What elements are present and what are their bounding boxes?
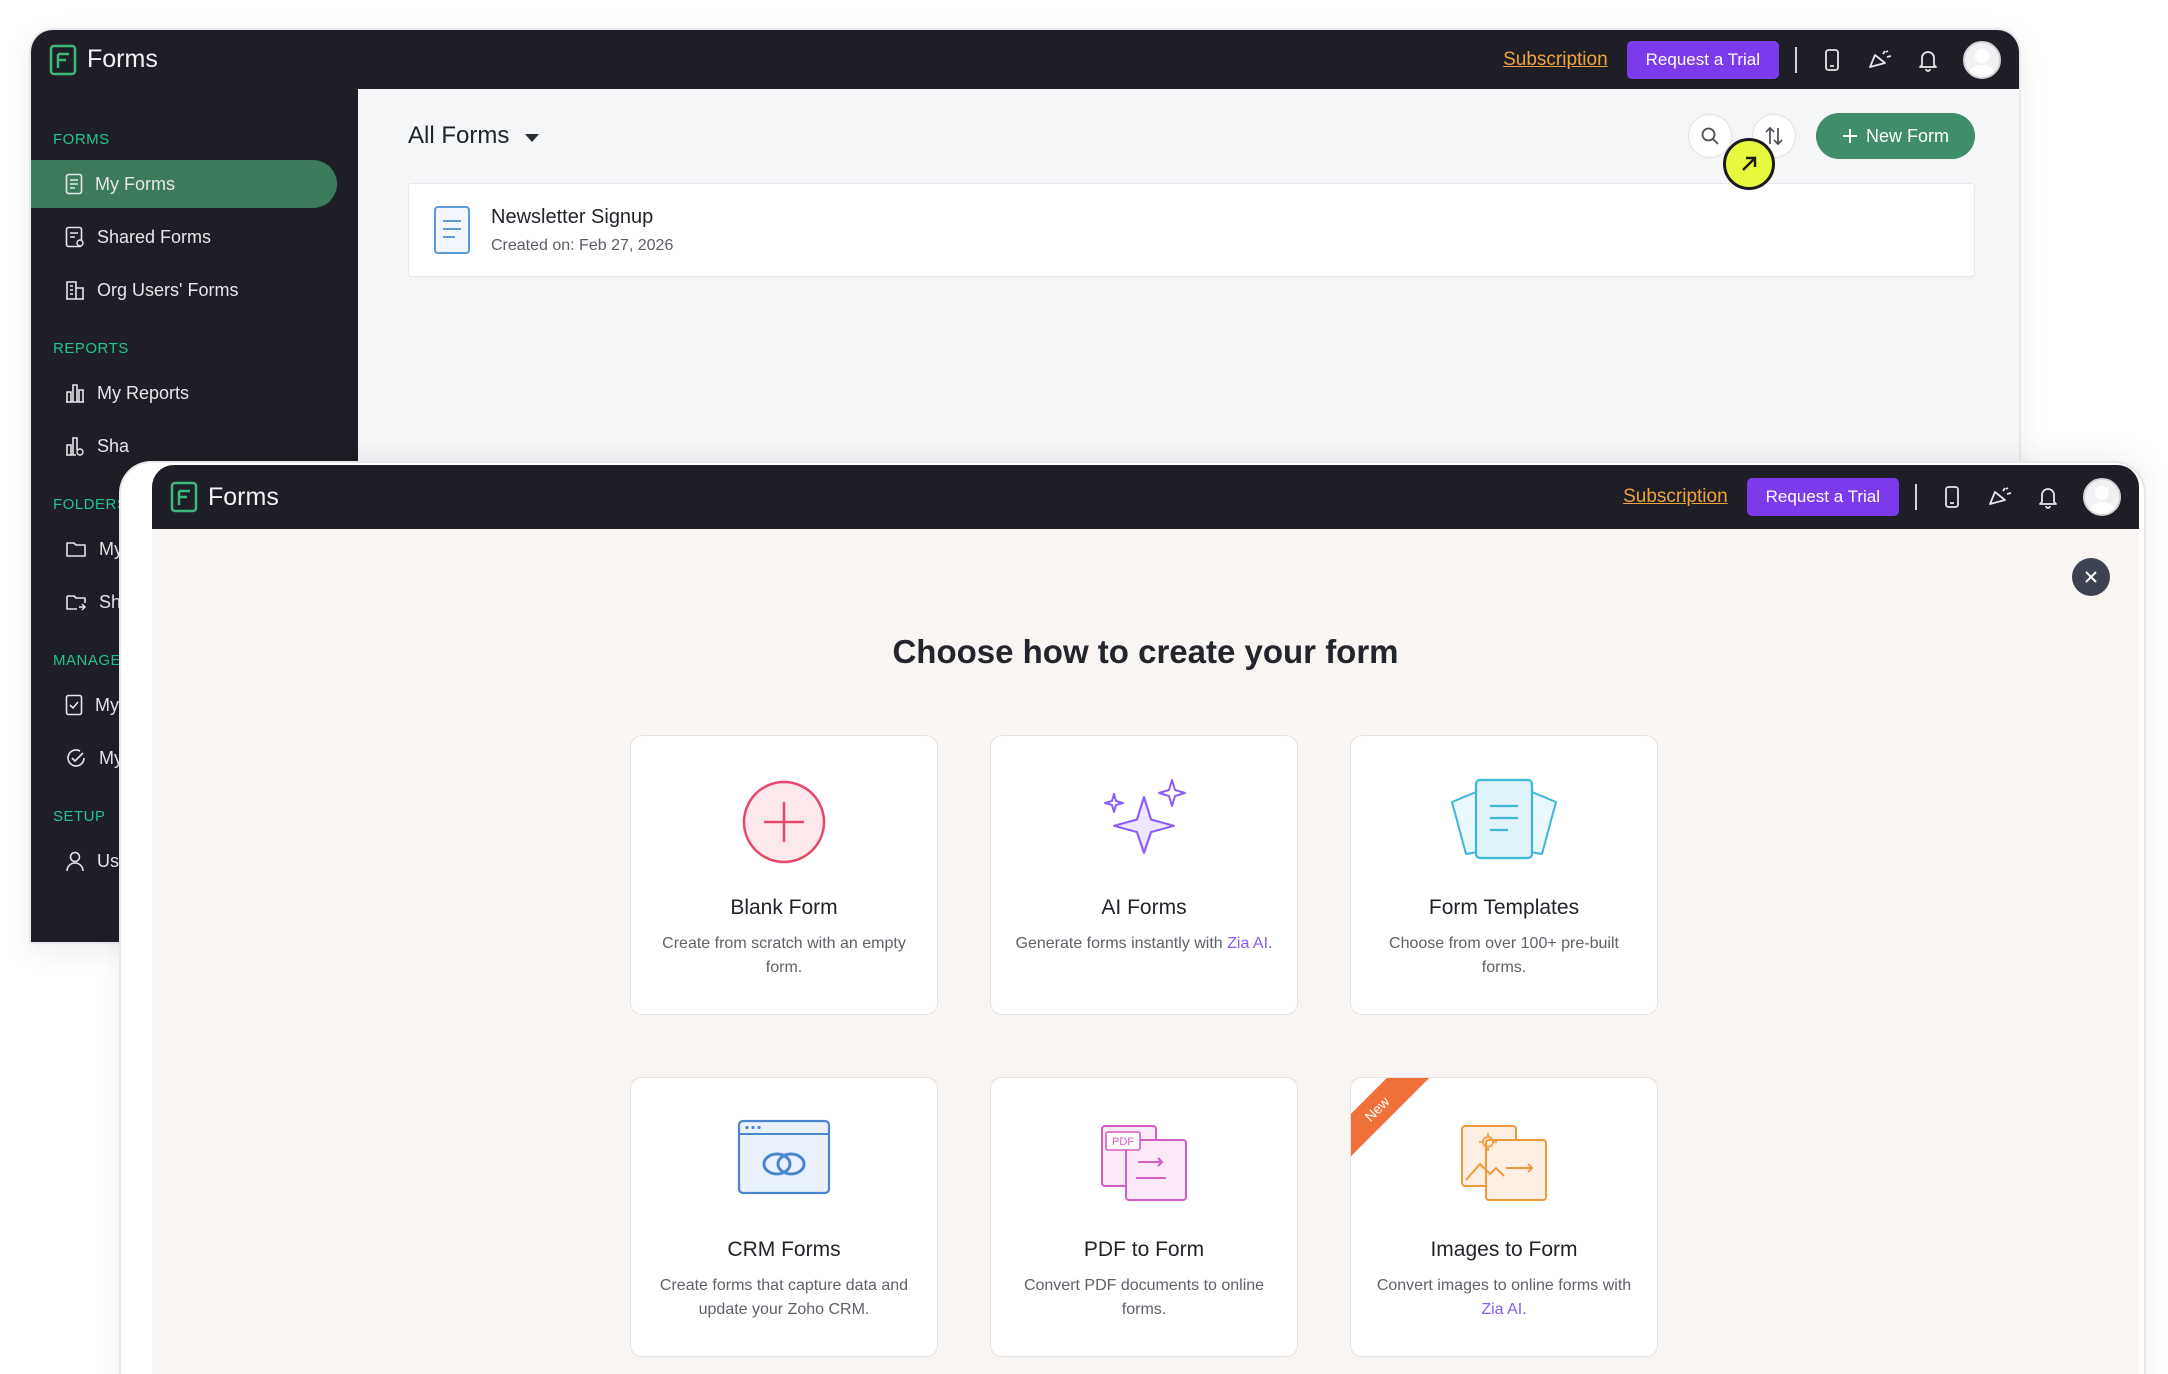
arrow-up-right-icon [1742, 156, 1757, 171]
plus-icon [1842, 129, 1857, 143]
sidebar-item-label: Us [97, 850, 119, 871]
card-description-text: Generate forms instantly with [1015, 935, 1228, 952]
card-description: Create forms that capture data and updat… [659, 1277, 909, 1318]
sidebar-item-label: Sha [97, 435, 130, 456]
ai-forms-card[interactable]: AI Forms Generate forms instantly with Z… [990, 735, 1298, 1015]
card-description-suffix: . [1268, 935, 1273, 952]
approval-icon [65, 694, 83, 716]
forms-logo-icon [170, 481, 198, 513]
announcement-icon[interactable] [1867, 47, 1893, 73]
sidebar-item-label: Shared Forms [97, 226, 212, 247]
sidebar-item-label: Sh [99, 591, 122, 612]
mobile-icon[interactable] [1819, 47, 1845, 73]
app-name: Forms [208, 482, 279, 511]
pdf-badge-text: PDF [1112, 1136, 1134, 1148]
card-title: CRM Forms [727, 1238, 841, 1261]
subscription-link[interactable]: Subscription [1503, 49, 1608, 71]
close-icon [2085, 571, 2097, 583]
brand[interactable]: Forms [170, 481, 279, 513]
sidebar-item-label: My [95, 694, 119, 715]
sidebar-item-org-users-forms[interactable]: Org Users' Forms [31, 266, 337, 314]
card-description-text: Convert images to online forms with [1376, 1277, 1632, 1294]
request-trial-button[interactable]: Request a Trial [1626, 40, 1779, 79]
top-bar: Forms Subscription Request a Trial [31, 30, 2019, 89]
cursor-highlight [1723, 138, 1775, 190]
sidebar-item-label: My Reports [97, 382, 190, 403]
check-circle-icon [67, 749, 85, 767]
divider [1915, 484, 1917, 510]
form-list-item[interactable]: Newsletter Signup Created on: Feb 27, 20… [408, 183, 1975, 277]
user-icon [66, 851, 84, 872]
top-bar: Forms Subscription Request a Trial [152, 465, 2139, 529]
shared-form-icon [65, 226, 84, 248]
card-title: Images to Form [1430, 1238, 1578, 1261]
sidebar-heading: FORMS [53, 131, 110, 148]
new-form-button[interactable]: New Form [1815, 113, 1975, 159]
card-description: Choose from over 100+ pre-built forms. [1389, 935, 1619, 976]
view-selector[interactable]: All Forms [408, 122, 509, 150]
dialog-title: Choose how to create your form [892, 633, 1399, 670]
card-description: Convert PDF documents to online forms. [1023, 1277, 1265, 1318]
sidebar-item-label: My [99, 747, 123, 768]
caret-down-icon[interactable] [525, 133, 540, 142]
create-form-window: Forms Subscription Request a Trial Choos… [152, 465, 2139, 1374]
card-description: Generate forms instantly with Zia AI. [1013, 932, 1275, 956]
building-icon [66, 281, 84, 300]
crm-icon [737, 1119, 831, 1195]
plus-circle-icon [742, 780, 826, 864]
forms-logo-icon [49, 44, 77, 75]
app-name: Forms [87, 45, 158, 73]
mobile-icon[interactable] [1939, 484, 1965, 510]
create-form-dialog: Choose how to create your form Blank For… [152, 529, 2139, 1374]
image-icon [1461, 1125, 1547, 1201]
avatar[interactable] [2083, 478, 2121, 516]
form-icon [65, 173, 83, 195]
zia-ai-link[interactable]: Zia AI [1227, 935, 1268, 952]
card-description: Create from scratch with an empty form. [662, 935, 906, 976]
sort-icon [1765, 126, 1783, 146]
sidebar-heading: REPORTS [53, 340, 129, 357]
pdf-icon: PDF [1101, 1125, 1187, 1201]
sidebar-section-reports: REPORTS My Reports Sha [31, 340, 358, 470]
images-to-form-card[interactable]: New Images to Form Convert images to onl… [1350, 1077, 1658, 1357]
new-form-label: New Form [1865, 125, 1949, 146]
announcement-icon[interactable] [1987, 484, 2013, 510]
search-icon [1701, 127, 1719, 145]
card-title: Form Templates [1428, 896, 1580, 919]
subscription-link[interactable]: Subscription [1623, 486, 1728, 508]
pdf-to-form-card[interactable]: PDF PDF to Form Convert PDF documents to… [990, 1077, 1298, 1357]
sidebar-item-label: My Forms [95, 173, 175, 194]
folder-icon [66, 542, 86, 557]
sidebar-section-forms: FORMS My Forms Shared Forms Org Users' F… [31, 131, 358, 314]
zia-ai-link[interactable]: Zia AI [1481, 1301, 1522, 1318]
blank-form-card[interactable]: Blank Form Create from scratch with an e… [630, 735, 938, 1015]
sparkles-icon [1104, 779, 1186, 854]
crm-forms-card[interactable]: CRM Forms Create forms that capture data… [630, 1077, 938, 1357]
sidebar-item-label: Org Users' Forms [97, 279, 239, 300]
card-title: AI Forms [1101, 896, 1187, 919]
card-title: PDF to Form [1083, 1238, 1205, 1261]
close-button[interactable] [2072, 558, 2110, 596]
bell-icon[interactable] [2035, 484, 2061, 510]
request-trial-button[interactable]: Request a Trial [1746, 478, 1899, 516]
sidebar-item-shared-forms[interactable]: Shared Forms [31, 213, 337, 261]
bell-icon[interactable] [1915, 47, 1941, 73]
templates-icon [1451, 778, 1557, 860]
card-title: Blank Form [730, 896, 838, 919]
form-title: Newsletter Signup [491, 205, 654, 228]
form-templates-card[interactable]: Form Templates Choose from over 100+ pre… [1350, 735, 1658, 1015]
shared-report-icon [66, 437, 84, 456]
avatar[interactable] [1963, 40, 2001, 79]
card-description-suffix: . [1522, 1301, 1527, 1318]
sidebar-item-label: My [99, 538, 123, 559]
card-description: Convert images to online forms with Zia … [1373, 1274, 1635, 1322]
form-document-icon [434, 206, 470, 254]
divider [1795, 46, 1797, 73]
shared-folder-icon [66, 595, 86, 611]
brand[interactable]: Forms [49, 44, 158, 76]
bar-chart-icon [66, 384, 84, 403]
sidebar-item-my-forms[interactable]: My Forms [31, 160, 337, 208]
form-created-date: Created on: Feb 27, 2026 [491, 236, 674, 254]
sidebar-item-my-reports[interactable]: My Reports [31, 369, 337, 417]
